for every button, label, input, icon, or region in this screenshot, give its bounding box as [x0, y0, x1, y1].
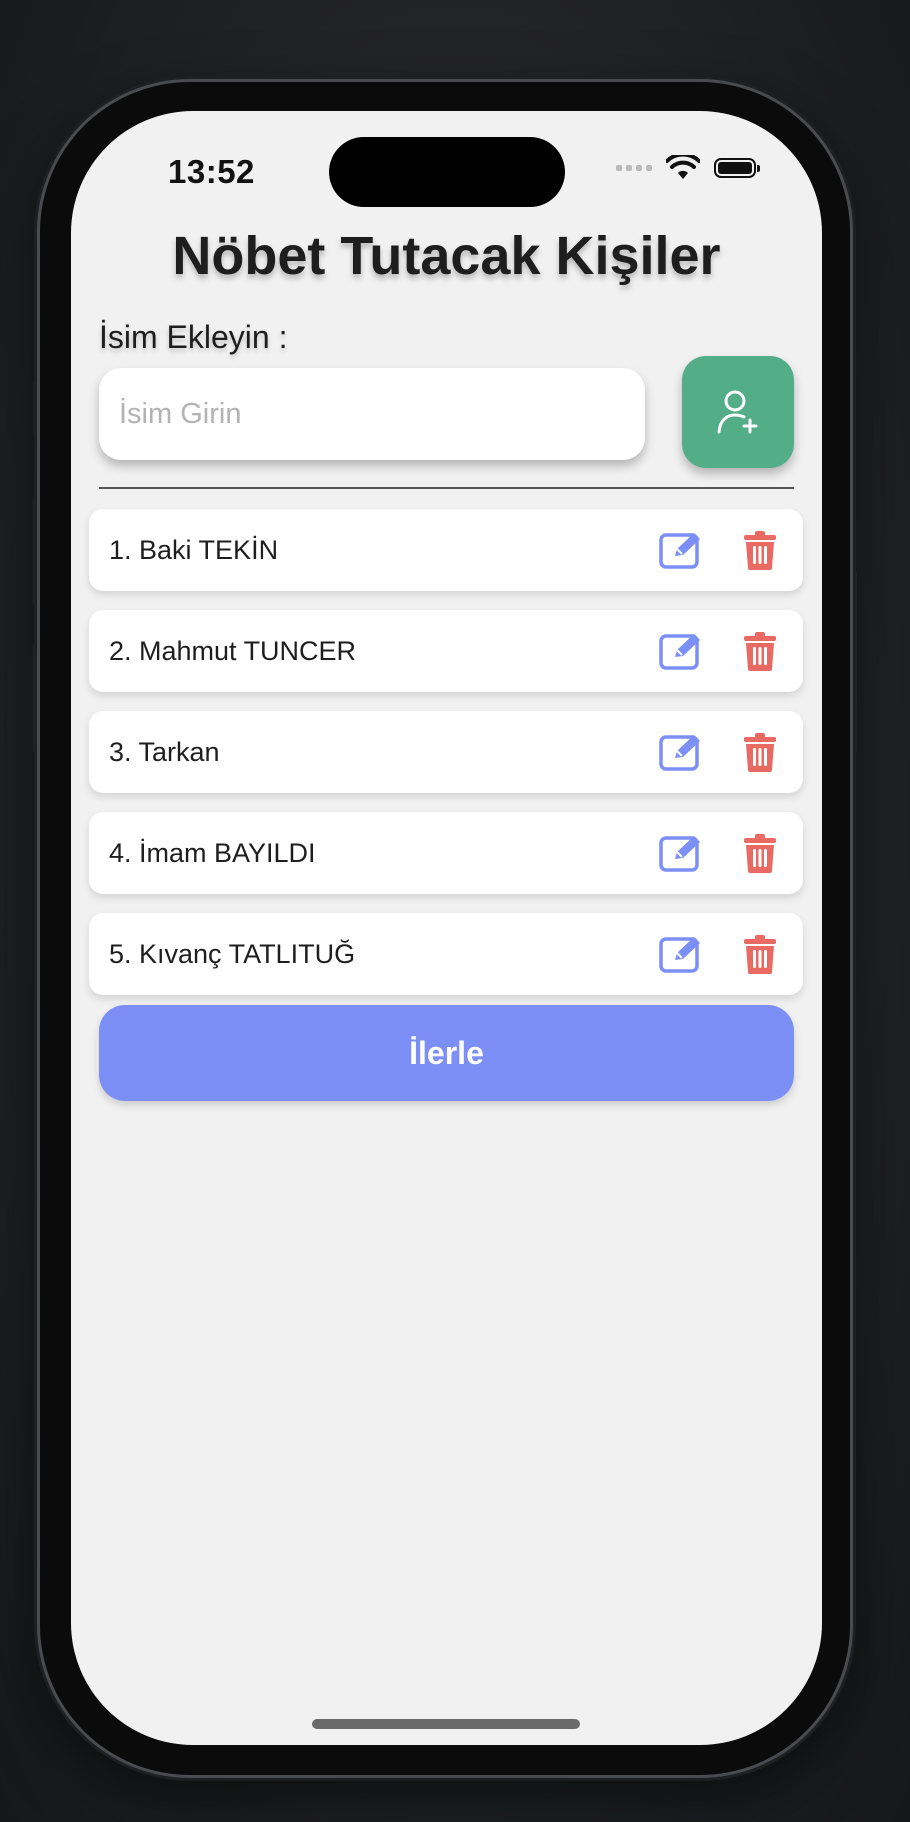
- trash-icon: [744, 733, 776, 772]
- dynamic-island: [329, 137, 565, 207]
- list-item: 2. Mahmut TUNCER: [89, 610, 803, 692]
- edit-icon: [659, 533, 700, 569]
- edit-button[interactable]: [657, 828, 707, 878]
- edit-icon: [659, 937, 700, 973]
- edit-icon: [659, 735, 700, 771]
- trash-icon: [744, 531, 776, 570]
- phone-screen: 13:52 Nöbet Tutacak Kişiler İsim Ekleyin…: [71, 111, 822, 1745]
- trash-icon: [744, 834, 776, 873]
- edit-button[interactable]: [657, 626, 707, 676]
- trash-icon: [744, 632, 776, 671]
- wifi-icon: [666, 155, 700, 179]
- edit-button[interactable]: [657, 525, 707, 575]
- name-input[interactable]: [99, 368, 645, 460]
- edit-icon: [659, 836, 700, 872]
- delete-button[interactable]: [735, 626, 785, 676]
- list-item: 4. İmam BAYILDI: [89, 812, 803, 894]
- proceed-button[interactable]: İlerle: [99, 1005, 794, 1101]
- edit-icon: [659, 634, 700, 670]
- battery-icon: [714, 158, 760, 178]
- person-label: 5. Kıvanç TATLITUĞ: [109, 938, 356, 969]
- person-label: 1. Baki TEKİN: [109, 534, 279, 565]
- add-person-button[interactable]: [682, 356, 794, 468]
- edit-button[interactable]: [657, 727, 707, 777]
- delete-button[interactable]: [735, 727, 785, 777]
- list-item: 3. Tarkan: [89, 711, 803, 793]
- add-user-icon: [717, 390, 758, 434]
- form-divider: [99, 487, 794, 489]
- list-item: 1. Baki TEKİN: [89, 509, 803, 591]
- status-indicators: [616, 155, 760, 181]
- delete-button[interactable]: [735, 525, 785, 575]
- person-label: 3. Tarkan: [109, 736, 220, 767]
- cellular-signal-icon: [616, 165, 652, 171]
- status-time: 13:52: [168, 153, 255, 190]
- delete-button[interactable]: [735, 828, 785, 878]
- person-label: 2. Mahmut TUNCER: [109, 635, 357, 666]
- page-title: Nöbet Tutacak Kişiler: [172, 226, 721, 286]
- home-indicator[interactable]: [312, 1719, 580, 1729]
- edit-button[interactable]: [657, 929, 707, 979]
- add-name-label: İsim Ekleyin :: [99, 319, 288, 355]
- delete-button[interactable]: [735, 929, 785, 979]
- phone-power-button: [849, 570, 857, 755]
- person-label: 4. İmam BAYILDI: [109, 837, 316, 868]
- trash-icon: [744, 935, 776, 974]
- list-item: 5. Kıvanç TATLITUĞ: [89, 913, 803, 995]
- people-list: 1. Baki TEKİN 2. Mahmut TUNCER 3. Tarkan…: [89, 509, 803, 1014]
